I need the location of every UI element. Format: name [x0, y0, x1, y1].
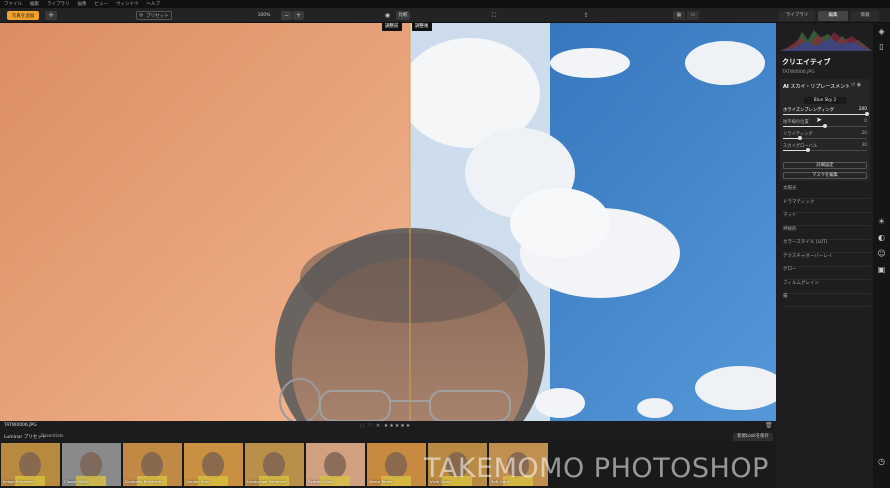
save-look-button[interactable]: 新規Lookを保存 [733, 433, 773, 441]
edit-mask-button[interactable]: マスクを編集 [783, 172, 867, 179]
preset-thumbnail[interactable]: Dramatic Enhancer [123, 443, 182, 486]
thumbnail-name: Landscape Enhancer [247, 479, 287, 484]
menu-library[interactable]: ライブラリ [47, 1, 70, 7]
tool-name: スカイ・リプレースメント [790, 84, 851, 90]
preset-thumbnail[interactable]: Image Enhancer [1, 443, 60, 486]
trash-icon[interactable]: 🗑 [765, 422, 773, 429]
preset-thumbnail[interactable]: Portrait Glow [306, 443, 365, 486]
before-label: 調整前 [382, 23, 402, 31]
add-button[interactable]: + [45, 11, 57, 20]
tab-info[interactable]: 情報 [851, 11, 879, 21]
menu-help[interactable]: ヘルプ [147, 1, 161, 7]
menu-image[interactable]: 画像 [78, 1, 87, 7]
add-photos-button[interactable]: 写真を追加 [7, 11, 39, 20]
single-view-icon[interactable]: ▭ [687, 11, 699, 20]
slider-fill [783, 150, 809, 151]
image-canvas[interactable] [0, 23, 776, 421]
slider-knob[interactable] [865, 112, 869, 116]
tab-edit[interactable]: 編集 [818, 11, 848, 21]
slider-label: スカイグローバル [783, 144, 818, 149]
layers-icon[interactable]: ◈ [876, 27, 887, 36]
tool-list-item[interactable]: 霧 [783, 293, 871, 307]
slider-row[interactable]: ホライズンブレンディング 200 [783, 107, 869, 117]
menu-file[interactable]: ファイル [4, 1, 22, 7]
preset-thumbnail[interactable]: Classic B&W [62, 443, 121, 486]
panels-icon[interactable]: ▯ [876, 42, 887, 51]
sky-selection-dropdown[interactable]: Blue Sky 2 [804, 97, 846, 104]
history-icon[interactable]: ◷ [876, 457, 887, 466]
preset-thumbnail[interactable]: Landscape Enhancer [245, 443, 304, 486]
rating-controls[interactable]: ◌ ♡ ✕ ★★★★★ [360, 423, 411, 429]
slider-row[interactable]: 地平線の位置 0 [783, 119, 867, 129]
tool-list-item[interactable]: グロー [783, 266, 871, 280]
compare-button[interactable]: 比較 [396, 11, 410, 20]
preset-label: プリセット [146, 13, 169, 19]
presets-label: Luminar プリセット [4, 435, 47, 440]
thumbnail-name: Classic B&W [64, 479, 88, 484]
slider-value: 20 [861, 131, 867, 136]
preset-icon: ◎ [139, 13, 144, 18]
after-label: 調整後 [412, 23, 432, 31]
panel-filename: TATW0006.JPG [782, 70, 815, 75]
luminar-app: ファイル 編集 ライブラリ 画像 ビュー ウィンドウ ヘルプ 写真を追加 + ◎… [0, 0, 890, 488]
presets-category-dropdown[interactable]: Essentials [41, 434, 64, 439]
watermark-text: TAKEMOMO PHOTOSHOP [424, 453, 769, 484]
image-filename: TATW0006.JPG [4, 423, 37, 428]
thumbnail-name: Golden Hour [186, 479, 210, 484]
slider-row[interactable]: リライティング 20 [783, 131, 867, 141]
zoom-level[interactable]: 100% [250, 11, 278, 20]
thumbnail-name: Warm Tones [369, 479, 392, 484]
photo-preview [0, 23, 776, 421]
thumbnail-name: Dramatic Enhancer [125, 479, 162, 484]
tool-list-item[interactable]: カラースタイル (LUT) [783, 239, 871, 253]
menu-window[interactable]: ウィンドウ [116, 1, 139, 7]
creative-icon[interactable]: ◐ [876, 233, 887, 242]
top-toolbar [0, 8, 890, 23]
panel-title: クリエイティブ [782, 58, 831, 66]
ai-badge: AI [783, 84, 789, 90]
slider-knob[interactable] [806, 148, 811, 152]
slider-label: 地平線の位置 [783, 120, 809, 125]
tool-list-item[interactable]: 神秘的 [783, 226, 871, 240]
tool-list-item[interactable]: テクスチャオーバーレイ [783, 253, 871, 267]
slider-fill [783, 126, 825, 127]
preset-thumbnail[interactable]: Golden Hour [184, 443, 243, 486]
crop-icon[interactable]: ⛶ [487, 11, 501, 20]
menu-view[interactable]: ビュー [95, 1, 109, 7]
eye-icon[interactable]: ◉ [381, 11, 394, 20]
share-icon[interactable]: ⇪ [579, 11, 593, 20]
grid-view-icon[interactable]: ▦ [673, 11, 685, 20]
advanced-settings-button[interactable]: 詳細設定 [783, 162, 867, 169]
slider-value: 30 [861, 143, 867, 148]
zoom-in-button[interactable]: + [293, 11, 304, 20]
thumbnail-name: Portrait Glow [308, 479, 333, 484]
slider-knob[interactable] [797, 136, 802, 140]
slider-fill [783, 114, 867, 115]
slider-value: 0 [864, 119, 867, 124]
tool-list-item[interactable]: ドラマティック [783, 199, 871, 213]
preset-thumbnail[interactable]: Warm Tones [367, 443, 426, 486]
menu-bar: ファイル 編集 ライブラリ 画像 ビュー ウィンドウ ヘルプ [0, 0, 890, 8]
slider-knob[interactable] [823, 124, 827, 128]
thumbnail-name: Image Enhancer [3, 479, 35, 484]
slider-label: ホライズンブレンディング [783, 108, 835, 113]
preset-button[interactable]: ◎ プリセット [136, 11, 172, 20]
slider-row[interactable]: スカイグローバル 30 [783, 143, 867, 153]
essentials-icon[interactable]: ☀ [876, 217, 887, 226]
professional-icon[interactable]: ▣ [876, 265, 887, 274]
menu-edit[interactable]: 編集 [30, 1, 39, 7]
tool-list-item[interactable]: 太陽光 [783, 185, 871, 199]
portrait-icon[interactable]: ☺ [876, 249, 887, 258]
histogram [780, 30, 872, 51]
zoom-out-button[interactable]: − [281, 11, 292, 20]
tool-header[interactable]: AI スカイ・リプレースメント [783, 83, 850, 90]
tool-list-item[interactable]: マット [783, 212, 871, 226]
mouse-cursor: ➤ [816, 116, 822, 124]
tool-reset-icons[interactable]: ↺ ◉ [851, 82, 861, 88]
tab-library[interactable]: ライブラリ [779, 11, 815, 21]
tool-list-item[interactable]: フィルムグレイン [783, 280, 871, 294]
